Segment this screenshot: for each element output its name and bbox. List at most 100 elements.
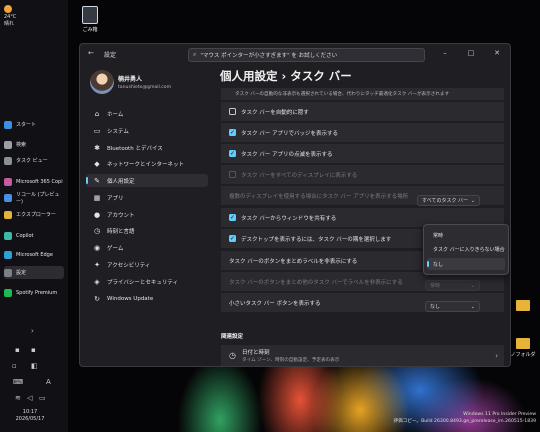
maximize-button[interactable]: □ [458,44,484,62]
apps-icon: ▦ [93,193,101,202]
multi-display-dropdown: すべてのタスク バー ⌄ [417,195,480,206]
settings-search-input[interactable]: ⌕ "マウス ポインターが小さすぎます" を お試しください [188,48,425,62]
privacy-icon: ◈ [94,277,100,286]
sidebar-item-label: プライバシーとセキュリティ [107,279,179,286]
dropdown-value: なし [430,304,441,310]
sidebar-item-label: ホーム [107,111,124,118]
taskbar-search[interactable]: 検索 [4,138,64,151]
sidebar-item-privacy[interactable]: ◈ プライバシーとセキュリティ [86,275,208,288]
taskbar-file-explorer[interactable]: エクスプローラー [4,208,64,221]
sidebar-item-windows-update[interactable]: ↻ Windows Update [86,292,208,305]
ime-indicator[interactable]: A [46,378,51,386]
chevron-down-icon: ⌄ [470,303,475,310]
sidebar-item-accounts[interactable]: ● アカウント [86,208,208,221]
taskbar-edge[interactable]: Microsoft Edge [4,248,64,261]
sidebar-item-personalization[interactable]: ✎ 個人用設定 [86,174,208,187]
m365-copilot-icon [4,177,12,186]
tray-icon[interactable]: ▪ [31,346,36,354]
menu-option-when-full[interactable]: タスク バーに入りきらない場合 [427,243,505,255]
menu-option-always[interactable]: 常時 [427,229,505,241]
close-button[interactable]: ✕ [484,44,510,62]
taskbar-copilot[interactable]: Copilot [4,229,64,242]
taskbar-label: エクスプローラー [16,212,56,218]
expand-chevron-icon[interactable]: › [31,327,34,335]
user-profile[interactable]: 楠井勇人 tanushieto@gmail.com [90,70,171,94]
personalization-icon: ✎ [94,176,100,185]
checkbox[interactable]: ✓ [229,214,236,221]
profile-email: tanushieto@gmail.com [118,85,172,90]
setting-label: タスク バーを自動的に隠す [241,109,309,116]
page-title: 個人用設定 › タスク バー [220,69,352,83]
date-time-title: 日付と時刻 [241,350,270,356]
taskbar-clock[interactable]: 10:17 2026/05/17 [10,409,50,423]
edge-icon [4,250,12,259]
small-buttons-dropdown[interactable]: なし ⌄ [425,301,480,312]
spotify-icon [4,288,12,297]
sidebar-item-accessibility[interactable]: ✦ アクセシビリティ [86,258,208,271]
taskbar-label: Spotify Premium [16,289,58,296]
network-icon: ◆ [94,159,100,168]
taskbar-recall[interactable]: リコール (プレビュー) [4,191,64,205]
checkbox[interactable] [229,108,236,115]
sidebar-item-label: アプリ [107,195,124,202]
sidebar-item-bluetooth[interactable]: ✱ Bluetooth とデバイス [86,141,208,154]
setting-label: タスク バー アプリの点滅を表示する [241,151,333,158]
battery-icon[interactable]: ▭ [39,394,46,402]
date-time-link[interactable]: ◷ 日付と時刻 タイム ゾーン、時刻の自動設定、予定表の表示 › [221,345,504,366]
windows-update-icon: ↻ [94,294,100,303]
recycle-bin[interactable]: ごみ箱 [80,6,100,33]
taskbar-spotify[interactable]: Spotify Premium [4,286,64,299]
sidebar-item-gaming[interactable]: ◉ ゲーム [86,241,208,254]
taskbar-m365-copilot[interactable]: Microsoft 365 Copi [4,175,64,188]
accounts-icon: ● [93,210,101,219]
search-icon [4,140,12,149]
sidebar-item-system[interactable]: ▭ システム [86,124,208,137]
setting-row[interactable]: ✓ タスク バー アプリの点滅を表示する [221,144,504,163]
tray-icon[interactable]: ▪ [15,346,20,354]
checkbox [229,171,236,178]
checkbox[interactable]: ✓ [229,129,236,136]
minimize-button[interactable]: – [432,44,458,62]
keyboard-icon[interactable]: ⌨ [13,378,23,386]
volume-icon[interactable]: ◁ [27,394,32,402]
sidebar-item-home[interactable]: ⌂ ホーム [86,107,208,120]
settings-icon [4,268,12,277]
setting-row[interactable]: ✓ タスク バー アプリでバッジを表示する [221,123,504,142]
sidebar-item-time-language[interactable]: ◷ 時刻と言語 [86,224,208,237]
start-icon [4,120,12,129]
clock-date: 2026/05/17 [15,416,45,422]
sidebar-item-apps[interactable]: ▦ アプリ [86,191,208,204]
taskbar-label: リコール (プレビュー) [16,191,60,205]
desktop-folder-2[interactable]: ノフォルダ [509,338,537,358]
taskbar-settings[interactable]: 設定 [4,266,64,279]
app-title: 設定 [104,52,117,59]
checkbox[interactable]: ✓ [229,235,236,242]
taskbar-start[interactable]: スタート [4,118,64,131]
combine-buttons-menu: 常時 タスク バーに入りきらない場合 なし [423,224,509,275]
desktop-folder-label: ノフォルダ [510,352,536,358]
recycle-bin-icon [82,6,98,24]
back-arrow-icon[interactable]: ← [88,49,94,57]
tray-icon[interactable]: ▫ [12,362,17,370]
desktop-folder[interactable] [509,300,537,313]
taskbar-task-view[interactable]: タスク ビュー [4,154,64,167]
menu-option-never[interactable]: なし [427,258,505,270]
recall-icon [4,193,12,202]
taskbar-label: タスク ビュー [16,158,48,164]
setting-row[interactable]: タスク バーを自動的に隠す [221,102,504,121]
weather-temp: 24°C [4,13,17,20]
setting-label: タスク バーをすべてのディスプレイに表示する [241,172,358,179]
tray-icon[interactable]: ◧ [31,362,38,370]
dropdown-value: すべてのタスク バー [422,198,469,204]
search-icon: ⌕ [193,51,197,58]
checkbox[interactable]: ✓ [229,150,236,157]
clock-icon: ◷ [229,351,236,360]
weather-widget[interactable]: 24°C 晴れ [4,5,16,28]
taskbar-label: Microsoft 365 Copi [16,178,63,185]
sidebar-item-network[interactable]: ◆ ネットワークとインターネット [86,157,208,170]
time-language-icon: ◷ [93,226,101,235]
wifi-icon[interactable]: ≋ [15,394,21,402]
sidebar-item-label: Bluetooth とデバイス [107,145,163,152]
chevron-right-icon: › [495,351,498,360]
file-explorer-icon [4,210,12,219]
